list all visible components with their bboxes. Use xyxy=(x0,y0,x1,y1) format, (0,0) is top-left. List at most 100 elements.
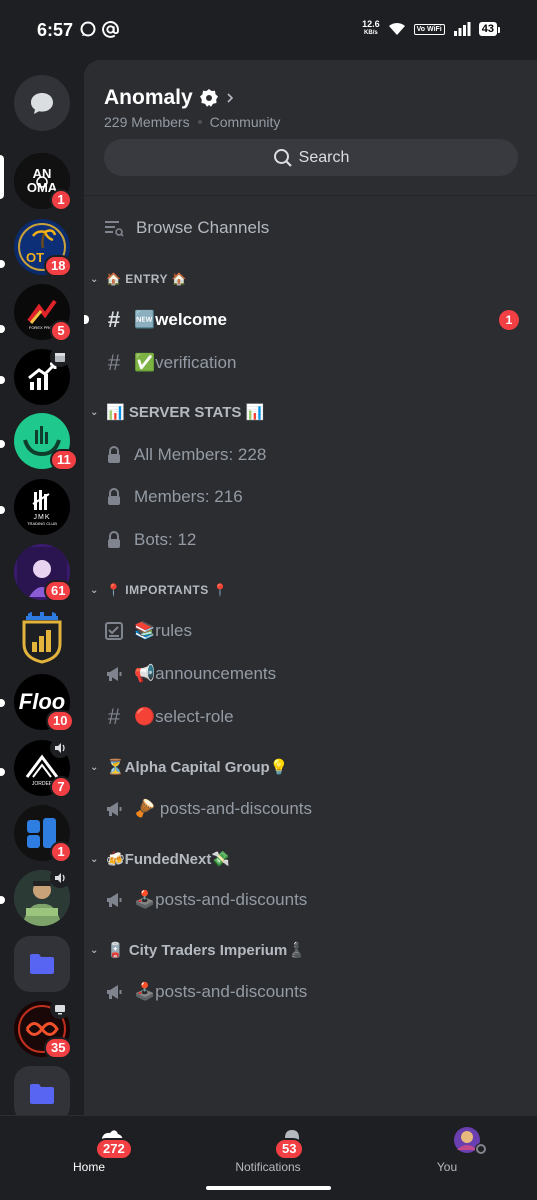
server-icon-jmk[interactable]: JMK TRADING CLUB xyxy=(14,479,70,535)
channel-rules[interactable]: 📚rules xyxy=(104,616,537,646)
category-label: 🍻FundedNext💸 xyxy=(106,851,231,868)
chevron-right-icon xyxy=(227,93,233,103)
server-icon-floo[interactable]: Floo 10 xyxy=(14,674,75,732)
server-icon-jordee[interactable]: JORDEE 7 xyxy=(14,738,72,798)
vowifi-indicator: Vo WiFi xyxy=(413,23,445,35)
network-speed: 12.6 KB/s xyxy=(362,19,380,37)
chevron-down-icon: ⌄ xyxy=(90,944,99,956)
server-badge: 18 xyxy=(44,255,73,277)
search-icon xyxy=(273,148,292,167)
channel-label: 🕹️posts-and-discounts xyxy=(134,890,308,909)
search-button[interactable]: Search xyxy=(104,139,518,176)
nav-you[interactable]: You xyxy=(387,1126,507,1174)
speaker-icon xyxy=(50,738,70,758)
lock-icon xyxy=(104,531,124,549)
server-badge: 10 xyxy=(46,710,75,732)
channel-label: 🔴select-role xyxy=(134,707,234,726)
megaphone-icon xyxy=(104,983,124,1001)
unread-dot xyxy=(0,506,5,514)
status-bar: 6:57 12.6 KB/s Vo WiFi 43 xyxy=(0,0,537,60)
channel-select-role[interactable]: # 🔴select-role xyxy=(104,702,537,732)
server-name: Anomaly xyxy=(104,86,193,109)
server-icon-gold[interactable] xyxy=(14,610,70,666)
chevron-down-icon: ⌄ xyxy=(90,273,99,285)
channel-label: 🕹️posts-and-discounts xyxy=(134,982,308,1001)
verified-community-icon xyxy=(199,89,218,107)
nav-notifications[interactable]: 53 Notifications xyxy=(208,1126,328,1174)
unread-dot xyxy=(0,325,5,333)
nav-home[interactable]: 272 Home xyxy=(29,1126,149,1174)
channel-label: 🪘 posts-and-discounts xyxy=(134,799,313,818)
lock-icon xyxy=(104,446,124,464)
browse-channels-icon xyxy=(105,221,124,237)
channel-alpha-posts[interactable]: 🪘 posts-and-discounts xyxy=(104,794,537,824)
channel-welcome[interactable]: # 🆕welcome xyxy=(104,305,537,335)
folder-icon xyxy=(30,954,54,974)
category-fundednext[interactable]: ⌄ 🍻FundedNext💸 xyxy=(90,848,537,870)
server-folder[interactable] xyxy=(14,936,70,992)
unread-dot xyxy=(0,376,5,384)
browse-channels-label: Browse Channels xyxy=(136,218,270,237)
server-badge: 1 xyxy=(50,841,72,863)
server-icon-red[interactable]: 35 xyxy=(14,999,73,1059)
server-icon-forex[interactable]: FOREX PROP 5 xyxy=(14,284,72,342)
server-icon-blue[interactable]: 1 xyxy=(14,805,72,863)
server-title[interactable]: Anomaly xyxy=(104,86,235,110)
chevron-down-icon: ⌄ xyxy=(90,761,99,773)
channel-label: All Members: 228 xyxy=(134,445,267,464)
nav-home-label: Home xyxy=(72,1160,105,1174)
gesture-home-bar[interactable] xyxy=(206,1186,331,1190)
server-header: Anomaly 229 Members Community Search xyxy=(84,60,537,196)
server-badge: 1 xyxy=(50,189,72,211)
status-time: 6:57 xyxy=(37,20,74,40)
category-city-traders[interactable]: ⌄ 🪫 City Traders Imperium♟️ xyxy=(90,939,537,961)
server-badge: 5 xyxy=(50,320,72,342)
unread-dot xyxy=(0,699,5,707)
channel-cti-posts[interactable]: 🕹️posts-and-discounts xyxy=(104,977,537,1007)
server-badge: 61 xyxy=(44,580,73,602)
gold-shield-icon xyxy=(22,612,62,664)
category-importants[interactable]: ⌄ 📍 IMPORTANTS 📍 xyxy=(90,579,537,601)
channel-label: Members: 216 xyxy=(134,487,243,506)
wifi-icon xyxy=(388,22,405,35)
svg-text:OT: OT xyxy=(26,250,44,265)
channel-label: 📚rules xyxy=(134,621,193,640)
server-icon-money[interactable] xyxy=(14,868,70,926)
channel-bots[interactable]: Bots: 12 xyxy=(104,525,537,555)
calendar-icon xyxy=(50,347,70,367)
server-icon-purple[interactable]: 61 xyxy=(14,544,73,602)
battery-indicator: 43 xyxy=(478,22,501,36)
server-icon-anomaly[interactable]: AN OMA 1 xyxy=(14,153,72,211)
channel-members[interactable]: Members: 216 xyxy=(104,482,537,512)
browse-channels-button[interactable]: Browse Channels xyxy=(104,213,537,243)
server-folder[interactable] xyxy=(14,1066,70,1115)
server-icon-green[interactable]: 11 xyxy=(14,413,78,471)
separator-dot xyxy=(197,120,202,124)
channel-all-members[interactable]: All Members: 228 xyxy=(104,440,537,470)
rules-checklist-icon xyxy=(104,622,124,640)
svg-text:AN: AN xyxy=(33,166,52,181)
server-icon-chart[interactable] xyxy=(14,347,70,405)
member-count: 229 Members xyxy=(104,114,190,130)
channel-verification[interactable]: # ✅verification xyxy=(104,348,537,378)
category-server-stats[interactable]: ⌄ 📊 SERVER STATS 📊 xyxy=(90,401,537,423)
avatar xyxy=(454,1127,487,1155)
nav-notifications-label: Notifications xyxy=(235,1160,301,1174)
channel-label: ✅verification xyxy=(134,353,237,372)
channel-fundednext-posts[interactable]: 🕹️posts-and-discounts xyxy=(104,885,537,915)
chevron-down-icon: ⌄ xyxy=(90,406,99,418)
jmk-initials: JMK xyxy=(33,514,51,521)
unread-dot xyxy=(0,768,5,776)
jmk-subtitle: TRADING CLUB xyxy=(27,521,57,526)
channel-label: Bots: 12 xyxy=(134,530,197,549)
category-entry[interactable]: ⌄ 🏠 ENTRY 🏠 xyxy=(90,268,537,290)
server-icon-ot[interactable]: OT 18 xyxy=(14,219,73,277)
server-rail: AN OMA 1 OT 18 FOREX PROP 5 11 JMK TRADI… xyxy=(0,60,84,1115)
direct-messages-button[interactable] xyxy=(14,75,70,131)
megaphone-icon xyxy=(104,891,124,909)
category-label: 📊 SERVER STATS 📊 xyxy=(106,404,265,421)
channel-announcements[interactable]: 📢announcements xyxy=(104,659,537,689)
server-badge: 35 xyxy=(44,1037,73,1059)
nav-you-label: You xyxy=(436,1160,458,1174)
category-alpha-capital[interactable]: ⌄ ⏳Alpha Capital Group💡 xyxy=(90,756,537,778)
